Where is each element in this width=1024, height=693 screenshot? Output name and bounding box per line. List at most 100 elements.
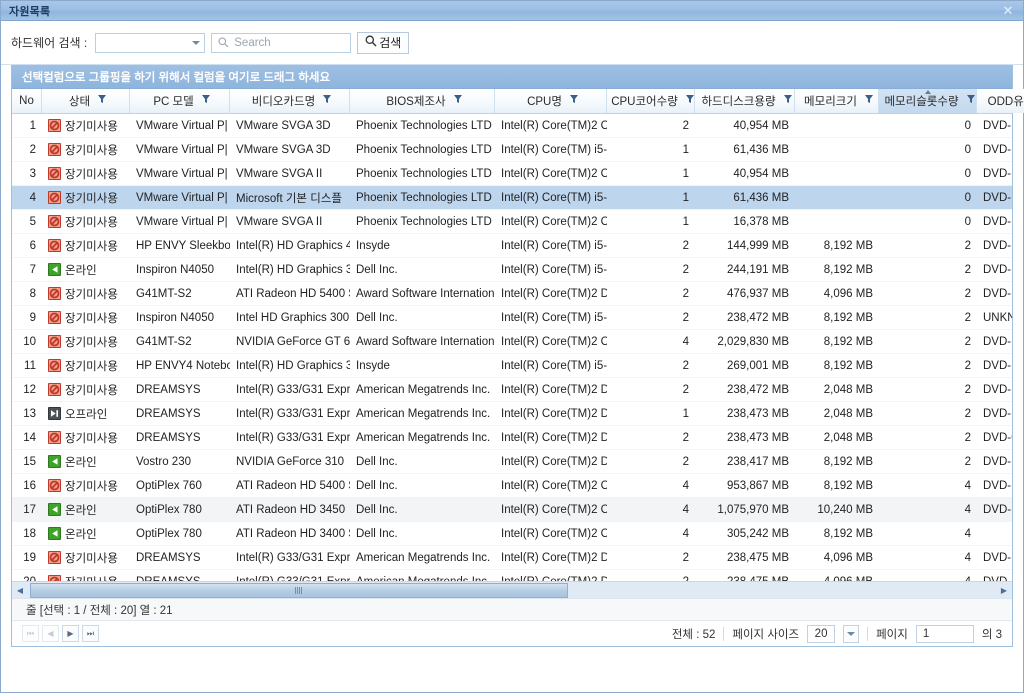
table-row[interactable]: 13 오프라인 DREAMSYS Intel(R) G33/G31 Expr Ameri…: [12, 402, 1012, 426]
table-row[interactable]: 3 장기미사용 VMware Virtual P| VMware SVGA II Pho…: [12, 162, 1012, 186]
hardware-search-label: 하드웨어 검색 :: [11, 36, 88, 50]
cell-odd: DVD-RW: [983, 119, 1012, 132]
table-row[interactable]: 8 장기미사용 G41MT-S2 ATI Radeon HD 5400 S Award …: [12, 282, 1012, 306]
column-header-9[interactable]: 메모리슬롯수량: [879, 89, 977, 113]
table-row[interactable]: 11 장기미사용 HP ENVY4 Notebo Intel(R) HD Graphi…: [12, 354, 1012, 378]
table-row[interactable]: 10 장기미사용 G41MT-S2 NVIDIA GeForce GT 6: Award…: [12, 330, 1012, 354]
horizontal-scrollbar[interactable]: ◀ ▶: [12, 581, 1012, 598]
filter-icon[interactable]: [685, 95, 694, 107]
search-button[interactable]: 검색: [357, 31, 410, 54]
table-row[interactable]: 16 장기미사용 OptiPlex 760 ATI Radeon HD 5400 S D…: [12, 474, 1012, 498]
column-header-4[interactable]: BIOS제조사: [350, 89, 495, 113]
cell-mem: 2,048 MB: [823, 407, 873, 420]
page-number-input[interactable]: 1: [915, 624, 974, 643]
column-header-7[interactable]: 하드디스크용량: [695, 89, 795, 113]
table-row[interactable]: 17 온라인 OptiPlex 780 ATI Radeon HD 3450 Dell …: [12, 498, 1012, 522]
search-icon: [218, 37, 229, 48]
status-badge: 장기미사용: [44, 382, 118, 398]
cell-slots: 2: [964, 455, 971, 468]
cell-model: VMware Virtual P|: [136, 215, 228, 228]
table-row[interactable]: 2 장기미사용 VMware Virtual P| VMware SVGA 3D Pho…: [12, 138, 1012, 162]
cell-hdd: 238,473 MB: [726, 431, 789, 444]
column-header-10[interactable]: ODD유형: [977, 89, 1024, 113]
column-header-6[interactable]: CPU코어수량: [607, 89, 695, 113]
status-label: 장기미사용: [65, 552, 118, 565]
filter-icon[interactable]: [323, 95, 332, 107]
prev-page-icon[interactable]: ◀: [42, 625, 59, 642]
cell-status: 온라인: [42, 258, 130, 281]
cell-odd: DVD-R: [983, 215, 1012, 228]
search-button-label: 검색: [379, 36, 402, 50]
cell-bios: Phoenix Technologies LTD: [356, 215, 492, 228]
status-label: 장기미사용: [65, 360, 118, 373]
status-badge: 장기미사용: [44, 430, 118, 446]
online-icon: [48, 263, 61, 276]
hardware-field-select[interactable]: [95, 32, 206, 53]
filter-icon[interactable]: [453, 95, 462, 107]
table-row[interactable]: 7 온라인 Inspiron N4050 Intel(R) HD Graphics 3…: [12, 258, 1012, 282]
scroll-left-icon[interactable]: ◀: [12, 583, 28, 598]
column-header-label: BIOS제조사: [386, 96, 446, 108]
search-input[interactable]: Search: [211, 32, 352, 53]
cell-status: 장기미사용: [42, 186, 130, 209]
filter-icon[interactable]: [864, 95, 873, 107]
table-row[interactable]: 9 장기미사용 Inspiron N4050 Intel HD Graphics 30…: [12, 306, 1012, 330]
cell-hdd: 238,473 MB: [726, 407, 789, 420]
cell-status: 장기미사용: [42, 378, 130, 401]
blocked-icon: [48, 119, 61, 132]
filter-icon[interactable]: [783, 95, 792, 107]
page-size-dropdown-icon[interactable]: [843, 624, 860, 643]
status-badge: 장기미사용: [44, 214, 118, 230]
column-header-5[interactable]: CPU명: [495, 89, 607, 113]
page-size-value[interactable]: 20: [807, 624, 836, 643]
cell-model: OptiPlex 780: [136, 527, 202, 540]
group-drop-area[interactable]: 선택컬럼으로 그룹핑을 하기 위해서 컬럼을 여기로 드래그 하세요: [12, 66, 1012, 89]
cell-bios: Dell Inc.: [356, 311, 398, 324]
column-header-8[interactable]: 메모리크기: [795, 89, 879, 113]
status-badge: 온라인: [44, 502, 97, 518]
table-row[interactable]: 12 장기미사용 DREAMSYS Intel(R) G33/G31 Expr Amer…: [12, 378, 1012, 402]
filter-icon[interactable]: [569, 95, 578, 107]
last-page-icon[interactable]: ⏭: [82, 625, 99, 642]
table-row[interactable]: 19 장기미사용 DREAMSYS Intel(R) G33/G31 Expr Amer…: [12, 546, 1012, 570]
table-row[interactable]: 4 장기미사용 VMware Virtual P| Microsoft 기본 디스플 P…: [12, 186, 1012, 210]
search-input-placeholder: Search: [234, 36, 271, 49]
cell-hdd: 2,029,830 MB: [717, 335, 789, 348]
cell-video: ATI Radeon HD 5400 S: [236, 287, 350, 300]
cell-odd: DVD-RW: [983, 383, 1012, 396]
resource-grid: 선택컬럼으로 그룹핑을 하기 위해서 컬럼을 여기로 드래그 하세요 No 상태 P…: [11, 65, 1024, 647]
column-header-0[interactable]: No: [12, 89, 42, 113]
column-header-label: 메모리슬롯수량: [884, 96, 959, 108]
column-header-2[interactable]: PC 모델: [130, 89, 230, 113]
horizontal-scroll-track[interactable]: [28, 582, 996, 598]
table-row[interactable]: 5 장기미사용 VMware Virtual P| VMware SVGA II Pho…: [12, 210, 1012, 234]
cell-bios: American Megatrends Inc.: [356, 383, 491, 396]
status-badge: 장기미사용: [44, 166, 118, 182]
filter-icon[interactable]: [98, 95, 107, 107]
scroll-right-icon[interactable]: ▶: [996, 583, 1012, 598]
sort-asc-icon: [924, 90, 931, 94]
table-row[interactable]: 14 장기미사용 DREAMSYS Intel(R) G33/G31 Expr Amer…: [12, 426, 1012, 450]
pager-divider-1: [723, 626, 725, 641]
table-row[interactable]: 15 온라인 Vostro 230 NVIDIA GeForce 310 Dell In…: [12, 450, 1012, 474]
cell-hdd: 144,999 MB: [726, 239, 789, 252]
next-page-icon[interactable]: ▶: [62, 625, 79, 642]
filter-icon[interactable]: [201, 95, 210, 107]
cell-bios: Phoenix Technologies LTD: [356, 191, 492, 204]
cell-odd: DVD-R: [983, 167, 1012, 180]
cell-cores: 2: [682, 383, 689, 396]
table-row[interactable]: 1 장기미사용 VMware Virtual P| VMware SVGA 3D Pho…: [12, 114, 1012, 138]
first-page-icon[interactable]: ⏮: [22, 625, 39, 642]
horizontal-scroll-thumb[interactable]: [30, 582, 568, 598]
table-row[interactable]: 6 장기미사용 HP ENVY Sleekbo Intel(R) HD Graphic…: [12, 234, 1012, 258]
cell-cores: 2: [682, 263, 689, 276]
filter-icon[interactable]: [966, 95, 975, 107]
cell-hdd: 40,954 MB: [733, 167, 789, 180]
cell-slots: 2: [964, 263, 971, 276]
cell-cpu: Intel(R) Core(TM)2 D: [501, 287, 607, 300]
column-header-3[interactable]: 비디오카드명: [230, 89, 350, 113]
close-icon[interactable]: ✕: [997, 3, 1019, 19]
column-header-1[interactable]: 상태: [42, 89, 130, 113]
cell-slots: 2: [964, 431, 971, 444]
table-row[interactable]: 18 온라인 OptiPlex 780 ATI Radeon HD 3400 S Del…: [12, 522, 1012, 546]
